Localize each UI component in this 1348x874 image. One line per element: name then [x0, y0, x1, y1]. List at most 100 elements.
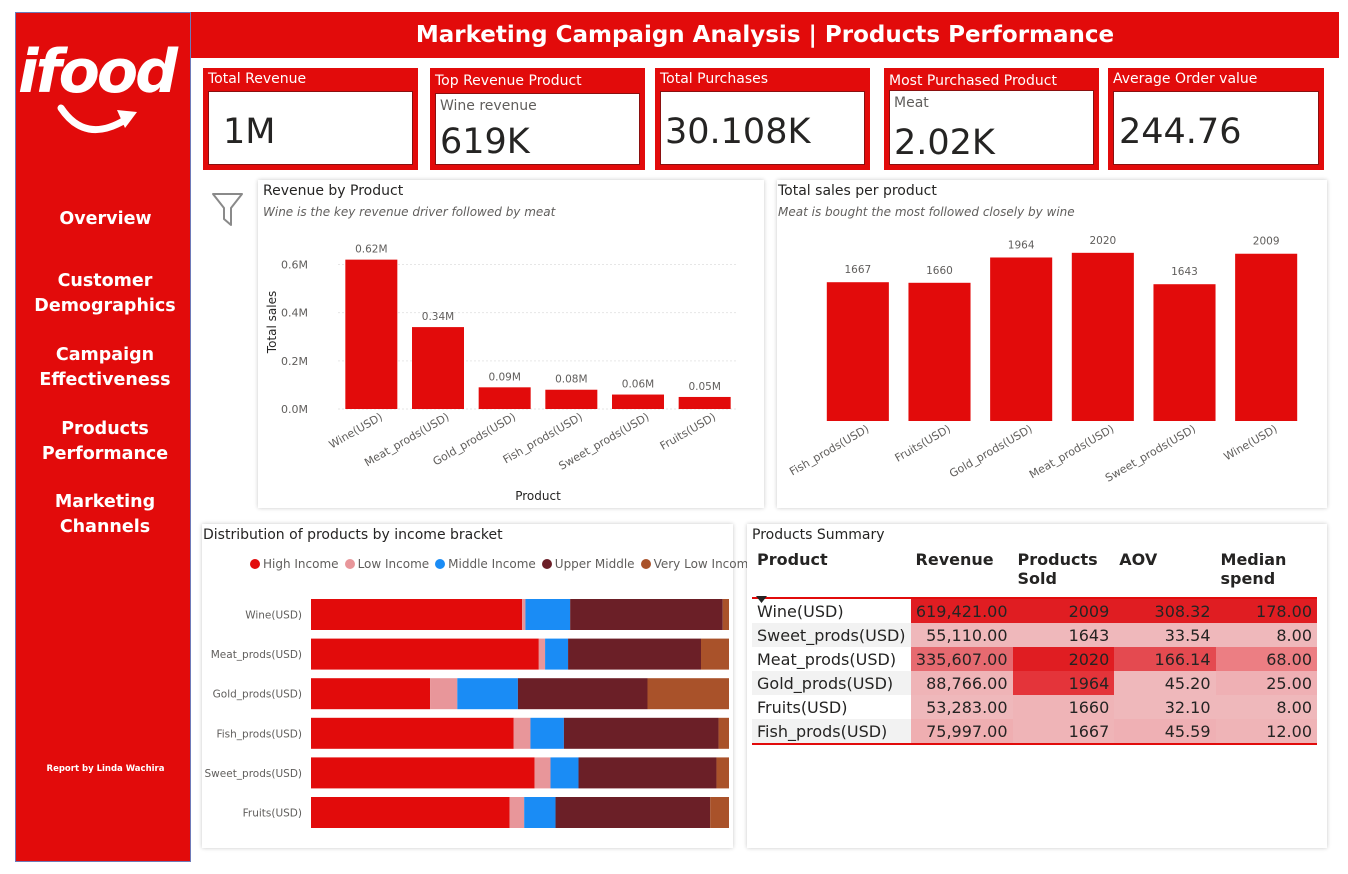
table-row[interactable]: Fruits(USD) 53,283.00 1660 32.10 8.00	[752, 695, 1317, 719]
table-title: Products Summary	[752, 527, 885, 543]
value-cell: 25.00	[1215, 671, 1317, 695]
sort-descending-icon[interactable]	[756, 596, 768, 604]
bar-segment[interactable]	[700, 638, 729, 670]
bar-segment[interactable]	[538, 638, 546, 670]
bar-segment[interactable]	[534, 757, 551, 789]
bar[interactable]	[545, 389, 598, 409]
x-tick-label: Sweet_prods(USD)	[1103, 422, 1198, 484]
bar[interactable]	[1071, 252, 1134, 421]
table-row[interactable]: Gold_prods(USD) 88,766.00 1964 45.20 25.00	[752, 671, 1317, 695]
bar-segment[interactable]	[509, 797, 525, 828]
bar[interactable]	[1153, 284, 1216, 421]
value-cell: 2020	[1012, 647, 1115, 671]
x-tick-label: Fruits(USD)	[658, 410, 718, 452]
kpi-total-revenue: Total Revenue 1M	[203, 68, 418, 170]
table-row[interactable]: Sweet_prods(USD) 55,110.00 1643 33.54 8.00	[752, 623, 1317, 647]
nav-customer-demographics[interactable]: Customer Demographics	[30, 269, 180, 319]
bar-segment[interactable]	[718, 717, 729, 749]
nav-overview[interactable]: Overview	[15, 207, 196, 232]
product-cell: Sweet_prods(USD)	[752, 623, 911, 647]
x-tick-label: Fruits(USD)	[893, 422, 953, 464]
kpi-subtitle: Meat	[894, 95, 929, 111]
y-tick-label: Fruits(USD)	[243, 808, 302, 820]
y-tick-label: 0.6M	[281, 258, 308, 271]
kpi-value: 30.108K	[665, 112, 811, 152]
value-cell: 8.00	[1215, 695, 1317, 719]
bar[interactable]	[908, 282, 971, 421]
bar-segment[interactable]	[522, 599, 526, 630]
bar[interactable]	[345, 259, 398, 409]
bar-segment[interactable]	[578, 757, 717, 789]
kpi-title: Top Revenue Product	[435, 73, 582, 89]
x-tick-label: Gold_prods(USD)	[947, 422, 1035, 480]
x-tick-label: Wine(USD)	[1222, 422, 1280, 463]
page-title: Marketing Campaign Analysis | Products P…	[191, 12, 1339, 58]
bar-segment[interactable]	[555, 797, 711, 828]
bar-segment[interactable]	[710, 797, 729, 828]
bar[interactable]	[826, 282, 889, 421]
bar[interactable]	[478, 387, 531, 409]
data-label: 0.34M	[422, 311, 454, 323]
column-header-aov[interactable]: AOV	[1114, 550, 1215, 598]
y-tick-label: 0.2M	[281, 355, 308, 368]
bar-segment[interactable]	[524, 797, 556, 828]
bar-segment[interactable]	[311, 797, 510, 828]
value-cell: 166.14	[1114, 647, 1216, 671]
bar-segment[interactable]	[311, 757, 535, 789]
bar[interactable]	[990, 257, 1053, 421]
column-header-product[interactable]: Product	[752, 550, 911, 598]
bar-segment[interactable]	[716, 757, 729, 789]
report-credit: Report by Linda Wachira	[46, 764, 165, 774]
bar-segment[interactable]	[517, 678, 648, 710]
kpi-value: 1M	[223, 112, 276, 152]
bar[interactable]	[1235, 253, 1298, 421]
bar[interactable]	[612, 394, 664, 409]
bar-segment[interactable]	[525, 599, 571, 630]
y-tick-label: Gold_prods(USD)	[213, 689, 302, 701]
bar-segment[interactable]	[311, 599, 523, 630]
product-cell: Meat_prods(USD)	[752, 647, 911, 671]
kpi-most-purchased-product: Most Purchased Product Meat 2.02K	[884, 68, 1099, 170]
data-label: 0.62M	[355, 244, 387, 256]
bar-segment[interactable]	[530, 717, 564, 749]
filter-icon[interactable]	[211, 191, 245, 229]
bar-segment[interactable]	[563, 717, 719, 749]
table-row[interactable]: Fish_prods(USD) 75,997.00 1667 45.59 12.00	[752, 719, 1317, 744]
bar-segment[interactable]	[550, 757, 579, 789]
bar[interactable]	[678, 396, 731, 409]
bar-segment[interactable]	[722, 599, 729, 630]
logo-smile-icon	[57, 104, 137, 134]
nav-products-performance[interactable]: Products Performance	[30, 417, 180, 467]
bar-segment[interactable]	[647, 678, 729, 710]
bar-segment[interactable]	[513, 717, 531, 749]
y-tick-label: Sweet_prods(USD)	[205, 768, 302, 780]
nav-marketing-channels[interactable]: Marketing Channels	[30, 490, 180, 540]
column-header-products-sold[interactable]: Products Sold	[1013, 550, 1115, 598]
value-cell: 1667	[1012, 719, 1115, 744]
y-tick-label: 0.4M	[281, 307, 308, 320]
ifood-logo: ifood	[18, 42, 188, 102]
data-label: 2009	[1253, 236, 1280, 248]
value-cell: 45.59	[1114, 719, 1216, 744]
kpi-total-purchases: Total Purchases 30.108K	[655, 68, 870, 170]
bar-segment[interactable]	[311, 678, 431, 710]
value-cell: 68.00	[1215, 647, 1317, 671]
value-cell: 45.20	[1114, 671, 1216, 695]
kpi-title: Average Order value	[1113, 71, 1258, 87]
bar-segment[interactable]	[568, 638, 701, 670]
bar-segment[interactable]	[311, 717, 514, 749]
nav-campaign-effectiveness[interactable]: Campaign Effectiveness	[30, 343, 180, 393]
bar[interactable]	[412, 327, 464, 409]
bar-segment[interactable]	[457, 678, 518, 710]
bar-segment[interactable]	[430, 678, 458, 710]
bar-segment[interactable]	[311, 638, 539, 670]
revenue-bar-svg: 0.0M0.2M0.4M0.6M0.62MWine(USD)0.34MMeat_…	[265, 244, 738, 503]
bar-segment[interactable]	[570, 599, 723, 630]
value-cell: 32.10	[1114, 695, 1216, 719]
column-header-median-spend[interactable]: Median spend	[1216, 550, 1317, 598]
column-header-revenue[interactable]: Revenue	[911, 550, 1013, 598]
table-row[interactable]: Wine(USD) 619,421.00 2009 308.32 178.00	[752, 598, 1317, 623]
bar-segment[interactable]	[545, 638, 569, 670]
kpi-title: Total Purchases	[660, 71, 769, 87]
table-row[interactable]: Meat_prods(USD) 335,607.00 2020 166.14 68.00	[752, 647, 1317, 671]
